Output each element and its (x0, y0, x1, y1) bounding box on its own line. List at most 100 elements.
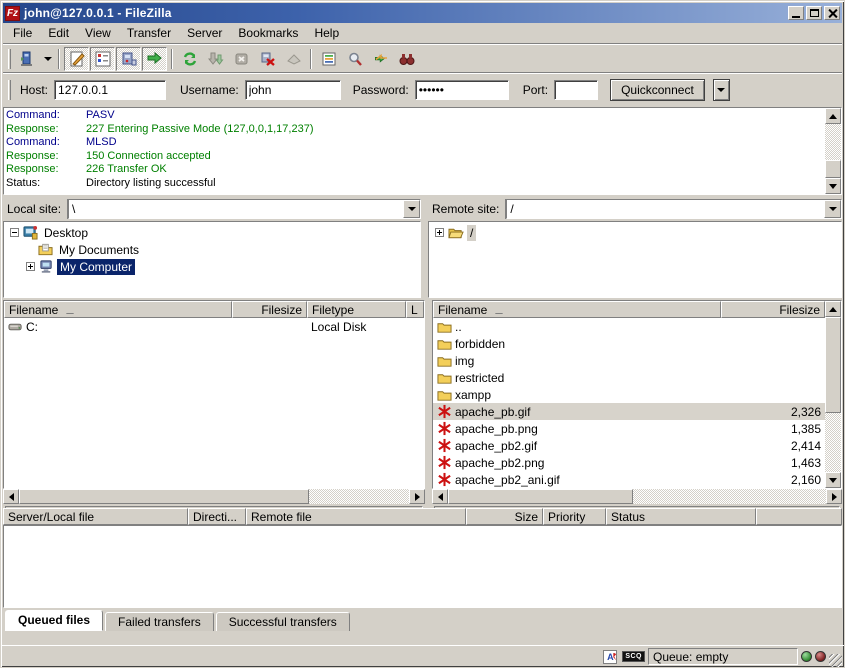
resize-grip[interactable] (829, 654, 842, 667)
vertical-splitter[interactable] (427, 300, 430, 506)
scroll-right-button[interactable] (409, 489, 425, 504)
table-row[interactable]: apache_pb2_ani.gif 2,160 (433, 471, 825, 488)
menu-transfer[interactable]: Transfer (119, 24, 179, 42)
scroll-left-button[interactable] (3, 489, 19, 504)
scroll-up-button[interactable] (825, 301, 841, 317)
local-site-dropdown[interactable] (403, 200, 420, 218)
app-icon: Fz (5, 6, 20, 21)
tab-queued-files[interactable]: Queued files (5, 610, 103, 631)
reconnect-button[interactable] (281, 47, 306, 71)
minimize-button[interactable] (788, 6, 804, 20)
quickconnect-grip[interactable] (8, 80, 11, 100)
title-bar[interactable]: Fz john@127.0.0.1 - FileZilla (3, 3, 842, 23)
menu-help[interactable]: Help (306, 24, 347, 42)
quickconnect-dropdown[interactable] (713, 79, 730, 101)
arrow-up-icon (829, 307, 837, 312)
toggle-remote-tree-button[interactable] (116, 47, 141, 71)
table-row-selected[interactable]: apache_pb.gif 2,326 (433, 403, 825, 420)
column-header-filetype[interactable]: Filetype (307, 301, 406, 318)
scroll-right-button[interactable] (826, 489, 842, 504)
local-hscrollbar[interactable] (3, 489, 425, 504)
column-header-size[interactable]: Size (466, 508, 543, 525)
column-header-filename[interactable]: Filename (4, 301, 232, 318)
file-search-button[interactable] (342, 47, 367, 71)
menu-edit[interactable]: Edit (40, 24, 77, 42)
scroll-thumb[interactable] (825, 317, 841, 413)
local-site-combo[interactable]: \ (68, 199, 421, 219)
scroll-left-button[interactable] (432, 489, 448, 504)
scroll-down-button[interactable] (825, 472, 841, 488)
collapse-icon[interactable] (10, 228, 19, 237)
username-input[interactable] (249, 83, 337, 97)
port-input[interactable] (558, 83, 594, 97)
remote-hscrollbar[interactable] (432, 489, 842, 504)
speed-limit-indicator[interactable]: SCQ (622, 651, 645, 662)
table-row[interactable]: C: Local Disk (4, 318, 424, 335)
scroll-track[interactable] (825, 413, 841, 472)
remote-vscrollbar[interactable] (825, 301, 841, 488)
site-manager-dropdown[interactable] (41, 47, 54, 71)
directory-comparison-button[interactable] (394, 47, 419, 71)
log-scrollbar[interactable] (825, 108, 841, 194)
process-queue-button[interactable] (203, 47, 228, 71)
table-row[interactable]: forbidden (433, 335, 825, 352)
table-row[interactable]: restricted (433, 369, 825, 386)
scroll-track[interactable] (633, 489, 826, 504)
synchronized-browsing-button[interactable] (368, 47, 393, 71)
scroll-up-button[interactable] (825, 108, 841, 124)
scroll-track[interactable] (309, 489, 409, 504)
scroll-down-button[interactable] (825, 178, 841, 194)
table-row[interactable]: img (433, 352, 825, 369)
filter-button[interactable] (316, 47, 341, 71)
quickconnect-bar: Host: Username: Password: Port: Quickcon… (1, 74, 844, 105)
column-header-status[interactable]: Status (606, 508, 756, 525)
toggle-queue-button[interactable] (142, 47, 167, 71)
column-header-filename[interactable]: Filename (433, 301, 721, 318)
cancel-operation-button[interactable] (229, 47, 254, 71)
tree-item-my-computer[interactable]: My Computer (4, 258, 420, 275)
menu-server[interactable]: Server (179, 24, 230, 42)
column-header-priority[interactable]: Priority (543, 508, 606, 525)
password-input[interactable] (419, 83, 505, 97)
menu-file[interactable]: File (5, 24, 40, 42)
scroll-thumb[interactable] (19, 489, 309, 504)
remote-site-combo[interactable]: / (506, 199, 842, 219)
expand-icon[interactable] (435, 228, 444, 237)
scroll-thumb[interactable] (448, 489, 633, 504)
toggle-local-tree-button[interactable] (90, 47, 115, 71)
disconnect-button[interactable] (255, 47, 280, 71)
table-row[interactable]: apache_pb.png 1,385 (433, 420, 825, 437)
column-header-direction[interactable]: Directi... (188, 508, 246, 525)
column-header-filesize[interactable]: Filesize (721, 301, 825, 318)
table-row[interactable]: apache_pb2.png 1,463 (433, 454, 825, 471)
quickconnect-button[interactable]: Quickconnect (610, 79, 705, 101)
tab-failed-transfers[interactable]: Failed transfers (105, 612, 214, 631)
close-button[interactable] (824, 6, 840, 20)
toggle-log-button[interactable] (64, 47, 89, 71)
column-header-filesize[interactable]: Filesize (232, 301, 307, 318)
expand-icon[interactable] (26, 262, 35, 271)
data-type-indicator[interactable]: A (601, 649, 619, 665)
table-row[interactable]: apache_pb2.gif 2,414 (433, 437, 825, 454)
toolbar-grip[interactable] (8, 49, 11, 69)
column-header-remote-file[interactable]: Remote file (246, 508, 466, 525)
tree-item-my-documents[interactable]: My Documents (4, 241, 420, 258)
scroll-thumb[interactable] (825, 160, 841, 178)
tree-item-root[interactable]: / (429, 224, 841, 241)
site-manager-button[interactable] (15, 47, 40, 71)
menu-view[interactable]: View (77, 24, 119, 42)
scroll-track[interactable] (825, 124, 841, 160)
tab-successful-transfers[interactable]: Successful transfers (216, 612, 350, 631)
refresh-button[interactable] (177, 47, 202, 71)
queue-body[interactable] (3, 525, 842, 608)
column-header-lastmodified[interactable]: L (406, 301, 424, 318)
menu-bookmarks[interactable]: Bookmarks (230, 24, 306, 42)
table-row[interactable]: xampp (433, 386, 825, 403)
table-row[interactable]: .. (433, 318, 825, 335)
remote-site-dropdown[interactable] (824, 200, 841, 218)
column-header-server-local-file[interactable]: Server/Local file (3, 508, 188, 525)
host-input[interactable] (58, 83, 162, 97)
column-label: Status (611, 510, 645, 524)
tree-item-desktop[interactable]: Desktop (4, 224, 420, 241)
maximize-button[interactable] (806, 6, 822, 20)
